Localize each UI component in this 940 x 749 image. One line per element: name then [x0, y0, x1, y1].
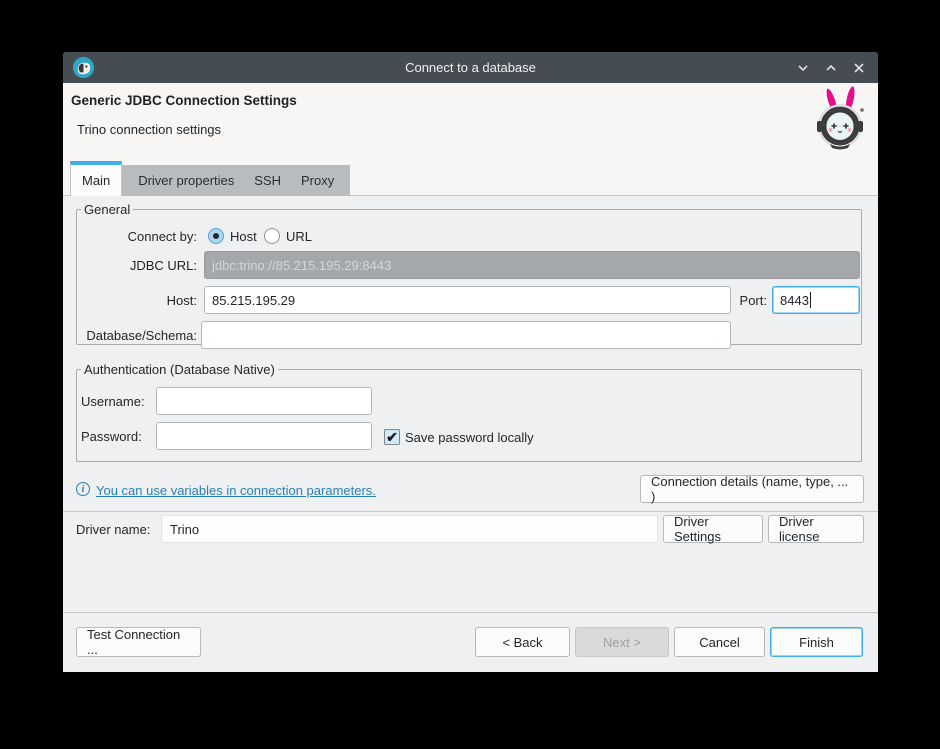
variables-link[interactable]: You can use variables in connection para…: [96, 483, 376, 498]
cancel-button[interactable]: Cancel: [674, 627, 765, 657]
variables-hint: You can use variables in connection para…: [96, 482, 376, 500]
host-input[interactable]: [204, 286, 731, 314]
driver-license-button[interactable]: Driver license: [768, 515, 864, 543]
port-label: Port:: [703, 293, 767, 308]
page-title: Generic JDBC Connection Settings: [71, 93, 297, 108]
save-password-label[interactable]: Save password locally: [405, 430, 534, 445]
database-schema-label: Database/Schema:: [63, 328, 197, 343]
authentication-group-legend: Authentication (Database Native): [81, 362, 278, 377]
dialog-header: Generic JDBC Connection Settings Trino c…: [63, 83, 878, 196]
finish-button[interactable]: Finish: [770, 627, 863, 657]
maximize-icon[interactable]: [822, 59, 840, 77]
connect-by-label: Connect by:: [63, 229, 197, 244]
host-label: Host:: [63, 293, 197, 308]
tab-group-inactive: Driver properties SSH Proxy: [122, 165, 350, 196]
minimize-icon[interactable]: [794, 59, 812, 77]
connect-dialog: Connect to a database Generic JDBC Conne…: [63, 52, 878, 672]
tab-main-label: Main: [82, 173, 110, 188]
url-radio-label[interactable]: URL: [286, 229, 312, 244]
tab-main[interactable]: Main: [70, 161, 122, 196]
connection-details-button[interactable]: Connection details (name, type, ... ): [640, 475, 864, 503]
tab-driver-properties[interactable]: Driver properties: [128, 173, 244, 188]
host-radio-label[interactable]: Host: [230, 229, 257, 244]
username-input[interactable]: [156, 387, 372, 415]
tab-ssh[interactable]: SSH: [244, 173, 291, 188]
trino-bunny-logo: [810, 86, 872, 154]
close-icon[interactable]: [850, 59, 868, 77]
driver-name-field: Trino: [161, 515, 658, 543]
jdbc-url-field: [204, 251, 860, 279]
text-caret: [810, 292, 811, 308]
general-group-legend: General: [81, 202, 133, 217]
username-label: Username:: [81, 394, 145, 409]
database-schema-input[interactable]: [201, 321, 731, 349]
next-button: Next >: [575, 627, 669, 657]
test-connection-button[interactable]: Test Connection ...: [76, 627, 201, 657]
driver-separator: [63, 511, 878, 512]
port-input[interactable]: 8443: [772, 286, 860, 314]
tab-proxy[interactable]: Proxy: [291, 173, 344, 188]
tab-bar: Main Driver properties SSH Proxy: [70, 161, 350, 196]
page-subtitle: Trino connection settings: [77, 122, 221, 137]
password-label: Password:: [81, 429, 142, 444]
info-icon: i: [76, 482, 90, 496]
password-input[interactable]: [156, 422, 372, 450]
host-radio[interactable]: [208, 228, 224, 244]
driver-settings-button[interactable]: Driver Settings: [663, 515, 763, 543]
port-value: 8443: [780, 293, 809, 308]
back-button[interactable]: < Back: [475, 627, 570, 657]
jdbc-url-label: JDBC URL:: [63, 258, 197, 273]
save-password-checkbox[interactable]: ✔: [384, 429, 400, 445]
titlebar[interactable]: Connect to a database: [63, 52, 878, 83]
footer-separator: [63, 612, 878, 613]
url-radio[interactable]: [264, 228, 280, 244]
window-title: Connect to a database: [63, 52, 878, 83]
driver-name-label: Driver name:: [76, 522, 150, 537]
